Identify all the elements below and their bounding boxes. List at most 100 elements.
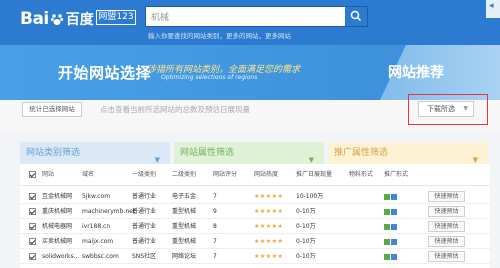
site-name: 机械电器网 bbox=[42, 223, 73, 230]
quick-estimate-button[interactable]: 快速预估 bbox=[428, 221, 465, 232]
baidu-logo[interactable]: Bai 百度 bbox=[20, 9, 94, 29]
quick-estimate-button[interactable]: 快速预估 bbox=[428, 251, 465, 262]
cat2: 重型机械 bbox=[172, 208, 197, 215]
site-domain[interactable]: ivr188.cn bbox=[82, 219, 110, 234]
product-badge: 网盟123 bbox=[96, 10, 136, 25]
row-checkbox[interactable] bbox=[29, 253, 36, 260]
range: 0-10万 bbox=[296, 208, 316, 215]
quick-estimate-button[interactable]: 快速预估 bbox=[428, 206, 465, 217]
col-site: 网站 bbox=[42, 171, 55, 178]
filter-hint: 点击查看当前所选网站的总数及预估日展现量 bbox=[100, 105, 250, 114]
heat-stars: ★★★★★ bbox=[254, 238, 284, 245]
search-hint: 输入你要查找的网站类别，更多的网站，更多网站 bbox=[148, 32, 291, 40]
cat2: 电子五金 bbox=[172, 193, 197, 200]
promo-tags bbox=[384, 234, 398, 249]
cat1: 普通行业 bbox=[132, 238, 157, 245]
corner-tab[interactable]: ◂ bbox=[486, 0, 500, 18]
logo-text: Bai bbox=[20, 9, 49, 29]
table-header: 网站 域名 一级类别 二级类别 网站评分 网站热度 推广日展现量 物料形式 推广… bbox=[20, 164, 490, 186]
score: 7 bbox=[213, 253, 217, 260]
cat1: SNS社区 bbox=[132, 253, 157, 260]
promo-attribute-label: 推广属性筛选 bbox=[334, 148, 389, 158]
tag-icon bbox=[391, 193, 397, 200]
corner-icon: ◂ bbox=[489, 1, 494, 11]
promo-attribute-filter[interactable]: 推广属性筛选 ▼ bbox=[328, 142, 488, 164]
tag-icon bbox=[391, 253, 397, 260]
range: 0-10万 bbox=[296, 223, 316, 230]
promo-tags bbox=[384, 189, 398, 204]
paw-icon bbox=[50, 12, 64, 26]
table-row[interactable]: solidworks... swbbsc.com SNS社区 网络论坛 7 ★★… bbox=[20, 249, 490, 264]
banner-title: 开始网站选择 bbox=[58, 64, 152, 82]
download-selected-dropdown[interactable]: 下载所选 ▼ bbox=[418, 101, 474, 117]
site-domain[interactable]: swbbsc.com bbox=[82, 249, 119, 264]
tag-icon bbox=[384, 253, 390, 260]
quick-estimate-button[interactable]: 快速预估 bbox=[428, 236, 465, 247]
site-domain[interactable]: 5jkw.com bbox=[82, 189, 110, 204]
category-filters: 网站类别筛选 ▼ 网站属性筛选 ▼ 推广属性筛选 ▼ bbox=[20, 142, 490, 164]
col-cat1: 一级类别 bbox=[132, 171, 157, 178]
cat1: 普通行业 bbox=[132, 193, 157, 200]
row-checkbox[interactable] bbox=[29, 223, 36, 230]
search-box bbox=[145, 6, 368, 27]
cat2: 重型机械 bbox=[172, 238, 197, 245]
col-score: 网站评分 bbox=[213, 171, 238, 178]
cat2: 网络论坛 bbox=[172, 253, 197, 260]
site-category-filter[interactable]: 网站类别筛选 ▼ bbox=[20, 142, 170, 164]
site-category-label: 网站类别筛选 bbox=[26, 148, 81, 158]
col-domain: 域名 bbox=[82, 171, 95, 178]
stat-selected-button[interactable]: 统计已选择网站 bbox=[22, 102, 82, 117]
search-input[interactable] bbox=[146, 7, 346, 26]
site-table: 网站 域名 一级类别 二级类别 网站评分 网站热度 推广日展现量 物料形式 推广… bbox=[20, 164, 490, 268]
cat1: 普通行业 bbox=[132, 223, 157, 230]
row-checkbox[interactable] bbox=[29, 208, 36, 215]
tag-icon bbox=[384, 193, 390, 200]
site-domain[interactable]: machinerymb.net bbox=[82, 204, 135, 219]
hero-banner: 开始网站选择 涉猎所有网站类别，全面满足您的需求 Optimizing sele… bbox=[0, 45, 500, 100]
tag-icon bbox=[384, 223, 390, 230]
col-heat: 网站热度 bbox=[254, 171, 279, 178]
cat2: 重型机械 bbox=[172, 223, 197, 230]
tag-icon bbox=[391, 238, 397, 245]
search-button[interactable] bbox=[345, 7, 367, 26]
row-checkbox[interactable] bbox=[29, 238, 36, 245]
chevron-down-icon: ▼ bbox=[463, 105, 468, 112]
range: 0-10万 bbox=[296, 253, 316, 260]
table-row[interactable]: 机械电器网 ivr188.cn 普通行业 重型机械 8 ★★★★★ 0-10万 … bbox=[20, 219, 490, 234]
row-checkbox[interactable] bbox=[29, 193, 36, 200]
tag-icon bbox=[391, 223, 397, 230]
range: 10-100万 bbox=[296, 193, 324, 200]
table-row[interactable]: 重庆机械网 machinerymb.net 普通行业 重型机械 9 ★★★★★ … bbox=[20, 204, 490, 219]
site-name: 买卖机械网 bbox=[42, 238, 73, 245]
site-attribute-filter[interactable]: 网站属性筛选 ▼ bbox=[174, 142, 324, 164]
logo-cn-text: 百度 bbox=[65, 12, 94, 28]
site-domain[interactable]: maijx.com bbox=[82, 234, 113, 249]
site-name: 互金机械网 bbox=[42, 193, 73, 200]
select-all-checkbox[interactable] bbox=[29, 171, 36, 178]
tag-icon bbox=[384, 208, 390, 215]
heat-stars: ★★★★★ bbox=[254, 253, 284, 260]
col-material: 物料形式 bbox=[349, 171, 374, 178]
banner-subtitle-en: Optimizing selections of regions bbox=[161, 74, 258, 81]
score: 9 bbox=[213, 208, 217, 215]
banner-recommend: 网站推荐 bbox=[388, 65, 444, 81]
col-promo: 推广形式 bbox=[384, 171, 409, 178]
tag-icon bbox=[391, 208, 397, 215]
site-name: 重庆机械网 bbox=[42, 208, 73, 215]
table-row[interactable]: 互金机械网 5jkw.com 普通行业 电子五金 7 ★★★★★ 10-100万… bbox=[20, 189, 490, 204]
col-range: 推广日展现量 bbox=[296, 171, 333, 178]
heat-stars: ★★★★★ bbox=[254, 223, 284, 230]
score: 7 bbox=[213, 238, 217, 245]
score: 8 bbox=[213, 223, 217, 230]
cat1: 普通行业 bbox=[132, 208, 157, 215]
range: 0-10万 bbox=[296, 238, 316, 245]
top-header: Bai 百度 网盟123 输入你要查找的网站类别，更多的网站，更多网站 ◂ bbox=[0, 0, 500, 45]
table-row[interactable]: 买卖机械网 maijx.com 普通行业 重型机械 7 ★★★★★ 0-10万 … bbox=[20, 234, 490, 249]
site-attribute-label: 网站属性筛选 bbox=[180, 148, 235, 158]
download-label: 下载所选 bbox=[427, 105, 455, 113]
promo-tags bbox=[384, 249, 398, 264]
heat-stars: ★★★★★ bbox=[254, 208, 284, 215]
promo-tags bbox=[384, 219, 398, 234]
score: 7 bbox=[213, 193, 217, 200]
quick-estimate-button[interactable]: 快速预估 bbox=[428, 191, 465, 202]
